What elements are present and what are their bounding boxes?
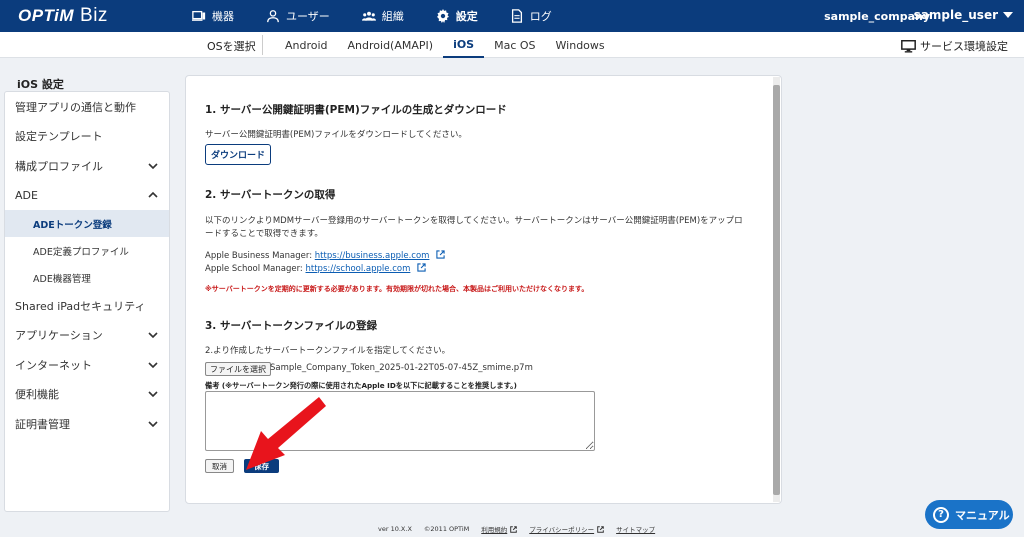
gear-icon bbox=[436, 9, 449, 23]
abm-row: Apple Business Manager: https://business… bbox=[205, 250, 445, 261]
sidebar-item-internet[interactable]: インターネット bbox=[5, 350, 169, 380]
sidebar-item-config-profile[interactable]: 構成プロファイル bbox=[5, 151, 169, 181]
tab-macos[interactable]: Mac OS bbox=[484, 32, 545, 58]
privacy-link[interactable]: プライバシーポリシー bbox=[529, 524, 604, 534]
sidebar-item-ade-devices[interactable]: ADE機器管理 bbox=[5, 264, 169, 291]
top-bar: OPTiM Biz 機器 ユーザー 組織 設定 ログ sample_company… bbox=[0, 0, 1024, 32]
os-select-label: OSを選択 bbox=[207, 40, 256, 53]
chevron-down-icon bbox=[148, 163, 158, 169]
token-expiry-warning: ※サーバートークンを定期的に更新する必要があります。有効期限が切れた場合、本製品… bbox=[205, 285, 589, 293]
nav-log[interactable]: ログ bbox=[494, 0, 568, 32]
sidebar-item-ade-token[interactable]: ADEトークン登録 bbox=[5, 210, 169, 237]
help-icon: ? bbox=[933, 506, 949, 523]
asm-label: Apple School Manager: bbox=[205, 264, 306, 274]
section3-title: 3. サーバートークンファイルの登録 bbox=[205, 320, 378, 332]
sidebar-item-shared-ipad[interactable]: Shared iPadセキュリティ bbox=[5, 291, 169, 321]
chevron-down-icon bbox=[148, 421, 158, 427]
sitemap-link[interactable]: サイトマップ bbox=[616, 524, 655, 534]
section3-text: 2.より作成したサーバートークンファイルを指定してください。 bbox=[205, 346, 451, 356]
asm-link[interactable]: https://school.apple.com bbox=[306, 264, 411, 274]
memo-label: 備考 (※サーバートークン発行の際に使用されたApple IDを以下に記載するこ… bbox=[205, 381, 517, 390]
external-link-icon bbox=[436, 250, 445, 259]
service-env-settings[interactable]: サービス環境設定 bbox=[901, 38, 1008, 54]
annotation-arrow-icon bbox=[246, 397, 326, 470]
manual-button[interactable]: ? マニュアル bbox=[925, 500, 1013, 529]
sidebar-item-certificates[interactable]: 証明書管理 bbox=[5, 409, 169, 439]
sidebar: 管理アプリの通信と動作 設定テンプレート 構成プロファイル ADE ADEトーク… bbox=[4, 91, 170, 512]
abm-link[interactable]: https://business.apple.com bbox=[315, 251, 430, 261]
sidebar-item-app-communication[interactable]: 管理アプリの通信と動作 bbox=[5, 92, 169, 122]
divider bbox=[262, 35, 263, 55]
section1-title: 1. サーバー公開鍵証明書(PEM)ファイルの生成とダウンロード bbox=[205, 104, 507, 116]
scrollbar[interactable] bbox=[773, 77, 780, 502]
terms-link[interactable]: 利用規約 bbox=[481, 524, 518, 534]
sidebar-item-templates[interactable]: 設定テンプレート bbox=[5, 122, 169, 152]
os-tabs: Android Android(AMAPI) iOS Mac OS Window… bbox=[275, 32, 615, 58]
tab-android[interactable]: Android bbox=[275, 32, 338, 58]
section1-text: サーバー公開鍵証明書(PEM)ファイルをダウンロードしてください。 bbox=[205, 130, 467, 140]
external-link-icon bbox=[510, 526, 518, 533]
nav-organization[interactable]: 組織 bbox=[346, 0, 420, 32]
copyright-text: ©2011 OPTiM bbox=[423, 525, 470, 533]
sidebar-item-ade-profile[interactable]: ADE定義プロファイル bbox=[5, 237, 169, 264]
user-icon bbox=[267, 10, 279, 23]
device-icon bbox=[192, 10, 206, 21]
nav-devices[interactable]: 機器 bbox=[176, 0, 250, 32]
section2-title: 2. サーバートークンの取得 bbox=[205, 189, 336, 201]
chevron-up-icon bbox=[148, 192, 158, 198]
os-tab-bar: OSを選択 Android Android(AMAPI) iOS Mac OS … bbox=[0, 32, 1024, 58]
tab-windows[interactable]: Windows bbox=[546, 32, 615, 58]
download-button[interactable]: ダウンロード bbox=[205, 144, 272, 165]
document-icon bbox=[511, 9, 522, 23]
section2-text-line2: ードすることで取得できます。 bbox=[205, 229, 323, 239]
sidebar-item-ade[interactable]: ADE bbox=[5, 181, 169, 211]
external-link-icon bbox=[417, 263, 426, 272]
monitor-icon bbox=[901, 39, 916, 53]
cancel-button[interactable]: 取消 bbox=[205, 459, 234, 473]
tab-ios[interactable]: iOS bbox=[443, 32, 485, 58]
nav-settings[interactable]: 設定 bbox=[420, 0, 494, 32]
asm-row: Apple School Manager: https://school.app… bbox=[205, 263, 426, 274]
sidebar-item-applications[interactable]: アプリケーション bbox=[5, 321, 169, 351]
sidebar-item-utilities[interactable]: 便利機能 bbox=[5, 380, 169, 410]
group-icon bbox=[361, 11, 376, 21]
tab-android-amapi[interactable]: Android(AMAPI) bbox=[338, 32, 444, 58]
external-link-icon bbox=[597, 526, 604, 533]
main-nav: 機器 ユーザー 組織 設定 ログ bbox=[176, 0, 568, 32]
nav-users[interactable]: ユーザー bbox=[250, 0, 346, 32]
version-text: ver 10.X.X bbox=[378, 525, 412, 533]
caret-down-icon bbox=[1003, 12, 1013, 18]
sidebar-title: iOS 設定 bbox=[17, 78, 64, 91]
user-menu[interactable]: sample_user bbox=[914, 8, 1013, 22]
abm-label: Apple Business Manager: bbox=[205, 251, 315, 261]
chevron-down-icon bbox=[148, 391, 158, 398]
scrollbar-thumb[interactable] bbox=[773, 85, 780, 495]
file-select-button[interactable]: ファイルを選択 bbox=[205, 362, 271, 376]
app-logo[interactable]: OPTiM Biz bbox=[18, 5, 108, 27]
selected-file-name: Sample_Company_Token_2025-01-22T05-07-45… bbox=[270, 363, 533, 373]
chevron-down-icon bbox=[148, 362, 158, 368]
footer: ver 10.X.X ©2011 OPTiM 利用規約 プライバシーポリシー サ… bbox=[378, 524, 655, 534]
chevron-down-icon bbox=[148, 332, 158, 339]
section2-text-line1: 以下のリンクよりMDMサーバー登録用のサーバートークンを取得してください。サーバ… bbox=[205, 216, 743, 226]
